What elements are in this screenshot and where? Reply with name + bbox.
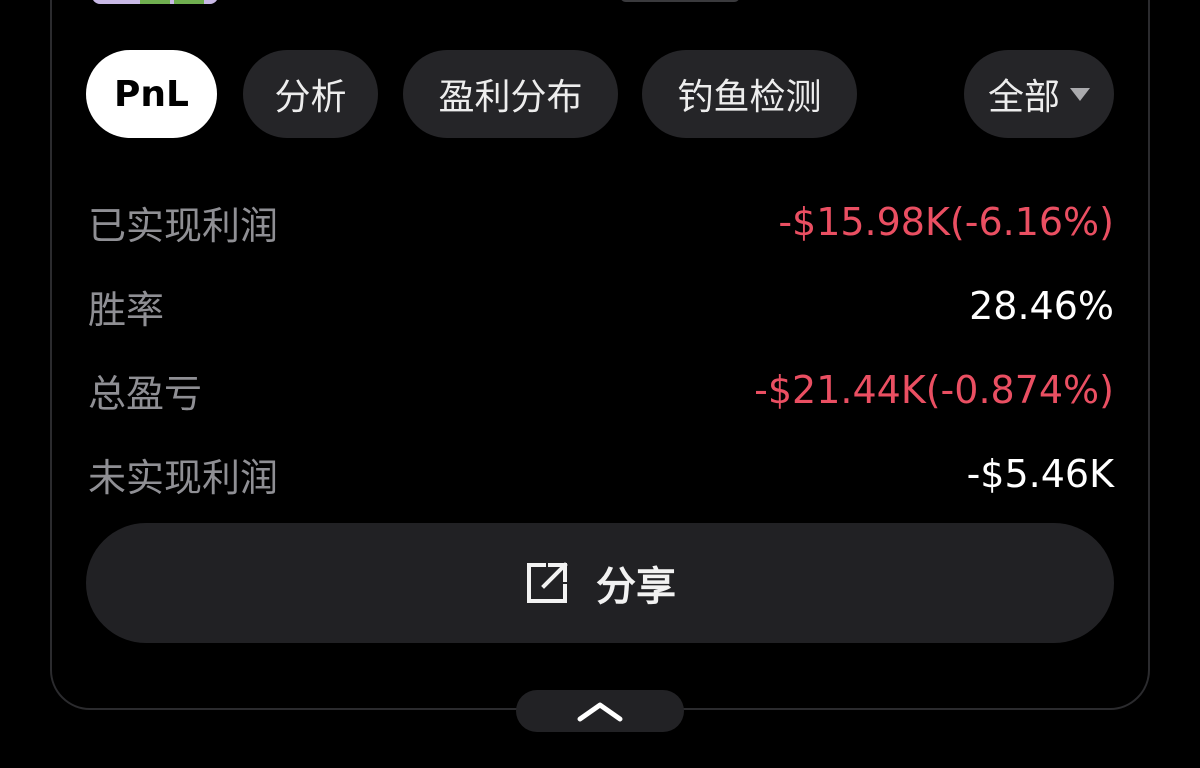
stat-label: 总盈亏 [88, 371, 203, 416]
caret-down-icon [1070, 88, 1090, 101]
top-pill [620, 0, 740, 2]
share-label: 分享 [596, 564, 676, 610]
stat-value: -$5.46K [966, 452, 1114, 496]
stat-label: 胜率 [88, 287, 165, 332]
collapse-handle[interactable] [516, 690, 684, 732]
stat-row-unrealized-profit: 未实现利润 -$5.46K [88, 432, 1114, 516]
filter-selected-label: 全部 [988, 77, 1061, 118]
share-button[interactable]: 分享 [86, 523, 1114, 643]
share-external-icon [527, 562, 568, 603]
stat-row-realized-profit: 已实现利润 -$15.98K(-6.16%) [88, 180, 1114, 264]
stat-value: 28.46% [969, 284, 1114, 328]
tab-pnl[interactable]: PnL [86, 50, 217, 138]
stat-value: -$15.98K(-6.16%) [778, 200, 1114, 244]
tab-bar: PnL 分析 盈利分布 钓鱼检测 全部 [86, 50, 1114, 138]
stats-list: 已实现利润 -$15.98K(-6.16%) 胜率 28.46% 总盈亏 -$2… [88, 180, 1114, 516]
stat-value: -$21.44K(-0.874%) [754, 368, 1114, 412]
tab-profit-distribution[interactable]: 盈利分布 [403, 50, 618, 138]
stat-row-total-pnl: 总盈亏 -$21.44K(-0.874%) [88, 348, 1114, 432]
tab-analysis[interactable]: 分析 [243, 50, 378, 138]
chevron-up-icon [577, 702, 623, 722]
filter-dropdown[interactable]: 全部 [964, 50, 1114, 138]
token-thumbnail [92, 0, 218, 4]
tab-phishing-detection[interactable]: 钓鱼检测 [642, 50, 857, 138]
stat-row-win-rate: 胜率 28.46% [88, 264, 1114, 348]
stat-label: 未实现利润 [88, 455, 279, 500]
stat-label: 已实现利润 [88, 203, 279, 248]
